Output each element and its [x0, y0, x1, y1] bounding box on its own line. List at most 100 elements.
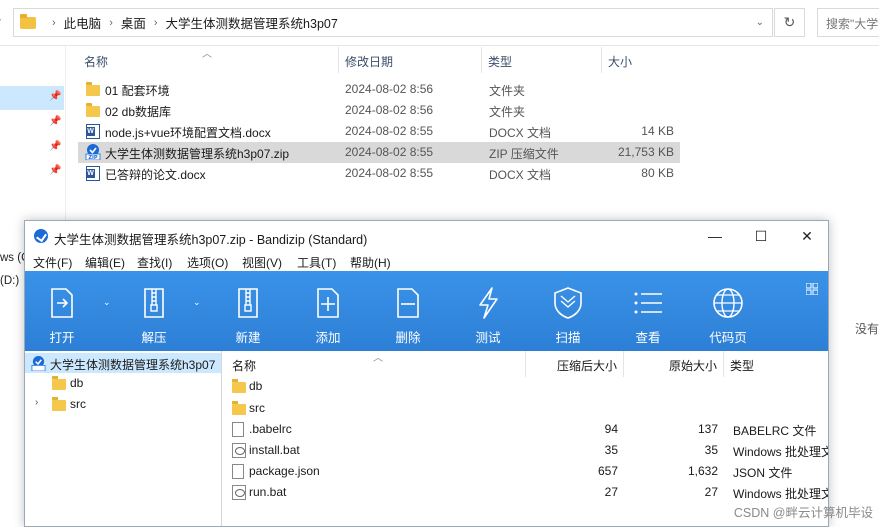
file-row[interactable]: 已答辩的论文.docx 2024-08-02 8:55 DOCX 文档 80 K… [78, 163, 680, 184]
file-name: 大学生体测数据管理系统h3p07.zip [105, 147, 290, 161]
pin-icon: 📌 [49, 91, 62, 102]
entry-name: db [249, 379, 263, 393]
breadcrumb-current-folder[interactable]: 大学生体测数据管理系统h3p07 [166, 13, 338, 32]
menu-help[interactable]: 帮助(H) [350, 254, 391, 271]
column-name[interactable]: 名称 [78, 47, 339, 73]
chevron-down-icon[interactable]: ⌄ [103, 297, 115, 308]
menu-tools[interactable]: 工具(T) [297, 254, 336, 271]
toolbar: 打开 ⌄ 解压 ⌄ 新建 添加 删除 测试 扫描 查看 代码页 [25, 271, 828, 351]
chevron-right-icon: › [109, 16, 113, 29]
entry-name: package.json [249, 464, 320, 478]
folder-tree: 大学生体测数据管理系统h3p07 db › src [25, 351, 222, 526]
add-button[interactable]: 添加 [293, 271, 363, 351]
file-name: 已答辩的论文.docx [105, 168, 206, 182]
new-archive-label: 新建 [235, 331, 261, 345]
refresh-button[interactable]: ↻ [774, 8, 805, 37]
menu-view[interactable]: 视图(V) [242, 254, 282, 271]
entry-type: JSON 文件 [733, 466, 793, 480]
entry-type: BABELRC 文件 [733, 424, 817, 438]
delete-button[interactable]: 删除 [373, 271, 443, 351]
maximize-button[interactable]: ☐ [738, 221, 784, 251]
codepage-globe-icon [713, 288, 743, 318]
tree-label: db [70, 376, 84, 390]
column-packed-size[interactable]: 压缩后大小 [526, 351, 624, 377]
word-doc-icon [86, 124, 100, 139]
file-modified: 2024-08-02 8:55 [345, 145, 434, 159]
minimize-button[interactable]: — [692, 221, 738, 251]
delete-label: 删除 [395, 331, 421, 345]
entry-packed: 657 [597, 464, 618, 478]
menu-options[interactable]: 选项(O) [187, 254, 228, 271]
batch-file-icon [232, 485, 246, 500]
chevron-down-icon[interactable]: ⌄ [193, 297, 205, 308]
column-modified[interactable]: 修改日期 [339, 47, 482, 73]
file-row[interactable]: 01 配套环境 2024-08-02 8:56 文件夹 [78, 79, 680, 100]
close-icon: ✕ [801, 227, 813, 244]
scan-label: 扫描 [555, 331, 581, 345]
new-archive-icon [238, 288, 258, 318]
breadcrumb-desktop[interactable]: 桌面 [121, 13, 146, 32]
tree-item-db[interactable]: db [25, 373, 221, 393]
scan-shield-icon [554, 287, 582, 319]
menu-find[interactable]: 查找(I) [137, 254, 172, 271]
up-arrow-icon[interactable]: ↑ [0, 13, 10, 31]
chevron-right-icon: › [52, 16, 56, 29]
breadcrumb-this-pc[interactable]: 此电脑 [64, 13, 102, 32]
entry-packed: 94 [604, 422, 618, 436]
entry-packed: 35 [604, 443, 618, 457]
column-name[interactable]: 名称 [226, 351, 526, 377]
open-label: 打开 [49, 331, 75, 345]
file-row[interactable]: 02 db数据库 2024-08-02 8:56 文件夹 [78, 100, 680, 121]
folder-icon [86, 103, 100, 117]
chevron-down-icon[interactable]: ⌄ [756, 17, 764, 28]
menu-bar: 文件(F) 编辑(E) 查找(I) 选项(O) 视图(V) 工具(T) 帮助(H… [25, 251, 828, 271]
new-archive-button[interactable]: 新建 [213, 271, 283, 351]
view-button[interactable]: 查看 [613, 271, 683, 351]
archive-row[interactable]: .babelrc 94 137 BABELRC 文件 [226, 419, 828, 440]
entry-original: 1,632 [687, 464, 718, 478]
word-doc-icon [86, 166, 100, 181]
extract-button[interactable]: 解压 [119, 271, 189, 351]
search-input[interactable]: 搜索"大学 [817, 8, 879, 37]
folder-icon [232, 401, 246, 415]
scan-button[interactable]: 扫描 [533, 271, 603, 351]
archive-file-list: ︿ 名称 压缩后大小 原始大小 类型 db src .babelrc 94 13… [226, 351, 828, 526]
file-type: DOCX 文档 [489, 126, 552, 140]
tree-label: src [70, 397, 86, 411]
codepage-button[interactable]: 代码页 [693, 271, 763, 351]
tree-item-src[interactable]: › src [25, 394, 221, 414]
archive-row[interactable]: package.json 657 1,632 JSON 文件 [226, 461, 828, 482]
close-button[interactable]: ✕ [784, 221, 828, 251]
file-modified: 2024-08-02 8:56 [345, 103, 434, 117]
file-size: 80 KB [641, 166, 674, 180]
menu-edit[interactable]: 编辑(E) [85, 254, 125, 271]
column-type[interactable]: 类型 [724, 351, 828, 377]
chevron-right-icon[interactable]: › [35, 397, 38, 408]
archive-row[interactable]: install.bat 35 35 Windows 批处理文件 [226, 440, 828, 461]
column-original-size[interactable]: 原始大小 [624, 351, 724, 377]
delete-file-icon [397, 288, 419, 318]
open-button[interactable]: 打开 [27, 271, 97, 351]
nav-drive-d[interactable]: (D:) [0, 275, 19, 287]
test-button[interactable]: 测试 [453, 271, 523, 351]
tree-item-root[interactable]: 大学生体测数据管理系统h3p07 [25, 353, 221, 373]
menu-file[interactable]: 文件(F) [33, 254, 72, 271]
tree-label: 大学生体测数据管理系统h3p07 [50, 358, 216, 372]
entry-original: 27 [704, 485, 718, 499]
column-type[interactable]: 类型 [482, 47, 602, 73]
title-bar[interactable]: 大学生体测数据管理系统h3p07.zip - Bandizip (Standar… [25, 221, 828, 251]
archive-row[interactable]: db [226, 376, 828, 397]
explorer-topbar: ↑ › 此电脑 › 桌面 › 大学生体测数据管理系统h3p07 ⌄ ↻ 搜索"大… [0, 0, 879, 46]
archive-row[interactable]: src [226, 398, 828, 419]
archive-row[interactable]: run.bat 27 27 Windows 批处理文件 [226, 482, 828, 503]
file-type: 文件夹 [489, 105, 526, 119]
test-icon [479, 287, 498, 319]
extract-icon [144, 288, 164, 318]
file-row-selected[interactable]: ZIP 大学生体测数据管理系统h3p07.zip 2024-08-02 8:55… [78, 142, 680, 163]
entry-name: install.bat [249, 443, 300, 457]
file-row[interactable]: node.js+vue环境配置文档.docx 2024-08-02 8:55 D… [78, 121, 680, 142]
layout-grid-icon[interactable] [806, 283, 818, 295]
folder-icon [232, 379, 246, 393]
column-size[interactable]: 大小 [602, 47, 680, 73]
address-bar[interactable]: › 此电脑 › 桌面 › 大学生体测数据管理系统h3p07 ⌄ [13, 8, 773, 37]
